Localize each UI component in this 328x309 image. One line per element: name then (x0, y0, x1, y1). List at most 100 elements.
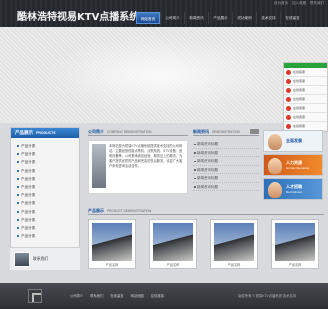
product-category-label: 产品分类 (21, 234, 36, 239)
nav-item-cases[interactable]: 成功案例 (232, 12, 256, 24)
nav-item-about[interactable]: 公司简介 (160, 12, 184, 24)
product-category-item[interactable]: 产品分类 (17, 167, 79, 175)
footer-logo-icon (28, 289, 42, 303)
top-link-favorite[interactable]: 加入收藏 (292, 1, 306, 6)
nav-item-products[interactable]: 产品展示 (208, 12, 232, 24)
nav-item-news[interactable]: 新闻资讯 (184, 12, 208, 24)
bullet-icon (17, 235, 19, 238)
product-category-item[interactable]: 产品分类 (17, 232, 79, 240)
float-item[interactable]: 在线客服 (284, 86, 327, 95)
bullet-icon (17, 153, 19, 156)
person-icon (268, 134, 282, 150)
products-title-en: PRODUCTS (36, 131, 56, 135)
footer: 公司简介 联系我们 在线留言 网站地图 友情链接 版权所有 © 视易KTV点播系… (0, 283, 328, 309)
product-category-list: 产品分类 产品分类 产品分类 产品分类 产品分类 产品分类 产品分类 产品分类 … (11, 138, 79, 240)
float-item[interactable]: 在线客服 (284, 104, 327, 113)
ad-human-resource[interactable]: 人力资源 Human Resource (263, 154, 323, 176)
footer-link[interactable]: 友情链接 (151, 293, 164, 298)
news-item[interactable]: 新闻资讯标题 (193, 149, 259, 157)
product-category-item[interactable]: 产品分类 (17, 183, 79, 191)
ad-recruitment[interactable]: 人才招聘 Recruitment (263, 178, 323, 200)
product-category-label: 产品分类 (21, 184, 36, 189)
float-item[interactable]: 在线客服 (284, 113, 327, 122)
showcase-card[interactable]: 产品名称 (271, 219, 319, 269)
ad-development[interactable]: 全面发展 (263, 130, 323, 152)
news-list-box: 新闻资讯标题 新闻资讯标题 新闻资讯标题 新闻资讯标题 新闻资讯标题 新闻资讯标… (193, 140, 259, 198)
bullet-icon (17, 218, 19, 221)
ad-text: 人力资源 Human Resource (286, 160, 309, 170)
product-category-label: 产品分类 (21, 144, 36, 148)
float-item[interactable]: 在线客服 (284, 68, 327, 77)
product-category-item[interactable]: 产品分类 (17, 158, 79, 166)
news-title-en: DEMONSTRATION (212, 129, 240, 134)
company-image (92, 144, 106, 188)
showcase-card[interactable]: 产品名称 (88, 219, 136, 269)
showcase-header: 产品展示 PRODUCT DEMONSTRATION (88, 207, 324, 215)
chat-icon (286, 114, 291, 120)
product-category-item[interactable]: 产品分类 (17, 175, 79, 183)
bullet-icon (17, 186, 19, 189)
product-category-item[interactable]: 产品分类 (17, 150, 79, 158)
float-item-label: 在线客服 (293, 124, 306, 128)
news-header: 新闻资讯 DEMONSTRATION (193, 128, 259, 136)
footer-link[interactable]: 网站地图 (131, 293, 144, 298)
banner-glow (40, 35, 280, 115)
product-category-item[interactable]: 产品分类 (17, 216, 79, 224)
bullet-icon (17, 177, 19, 180)
product-category-item[interactable]: 产品分类 (17, 224, 79, 232)
person-icon (268, 158, 282, 174)
showcase-caption: 产品名称 (227, 263, 241, 267)
showcase-caption: 产品名称 (105, 263, 119, 267)
news-item[interactable]: 新闻资讯标题 (193, 157, 259, 166)
news-item[interactable]: 新闻资讯标题 (193, 166, 259, 174)
news-item[interactable]: 新闻资讯标题 (193, 183, 259, 191)
product-category-item[interactable]: 产品分类 (17, 142, 79, 150)
footer-link[interactable]: 公司简介 (70, 293, 83, 298)
top-link-contact[interactable]: 联系我们 (310, 1, 324, 6)
showcase-image (153, 223, 193, 261)
news-item[interactable]: 新闻资讯标题 (193, 174, 259, 183)
showcase-title-en: PRODUCT DEMONSTRATION (107, 208, 152, 213)
float-item[interactable]: 在线客服 (284, 77, 327, 86)
chat-icon (286, 78, 291, 84)
bullet-icon (17, 169, 19, 172)
more-button-icon[interactable] (250, 129, 259, 134)
page: 酷林浩特视易KTV点播系统 设为首页 加入收藏 联系我们 网站首页 公司简介 新… (0, 0, 328, 309)
site-logo[interactable]: 酷林浩特视易KTV点播系统 (17, 8, 139, 23)
nav-item-home[interactable]: 网站首页 (136, 12, 160, 24)
bullet-icon (17, 226, 19, 229)
showcase-image (92, 223, 132, 261)
ad-subtitle: Recruitment (286, 190, 303, 194)
footer-copyright: 版权所有 © 视易KTV点播系统 技术支持 (238, 294, 296, 298)
product-category-label: 产品分类 (21, 193, 36, 198)
floating-service-panel: 在线客服 在线客服 在线客服 在线客服 在线客服 在线客服 在线客服 (283, 62, 328, 132)
footer-link[interactable]: 联系我们 (90, 293, 103, 298)
company-header: 公司简介 COMPANY DEMONSTRATION (88, 128, 188, 136)
showcase-title: 产品展示 (88, 207, 104, 213)
news-item[interactable]: 新闻资讯标题 (193, 140, 259, 149)
bullet-icon (17, 194, 19, 197)
product-category-item[interactable]: 产品分类 (17, 191, 79, 199)
float-item-label: 在线客服 (293, 115, 306, 119)
product-category-item[interactable]: 产品分类 (17, 199, 79, 207)
footer-link[interactable]: 在线留言 (110, 293, 123, 298)
ad-title: 人力资源 (286, 160, 302, 165)
product-category-item[interactable]: 产品分类 (17, 208, 79, 216)
showcase-card[interactable]: 产品名称 (210, 219, 258, 269)
product-category-label: 产品分类 (21, 217, 36, 222)
float-item[interactable]: 在线客服 (284, 95, 327, 104)
products-header: 产品展示 PRODUCTS (11, 128, 79, 138)
nav-item-message[interactable]: 在线留言 (280, 12, 304, 24)
ad-subtitle: Human Resource (286, 166, 310, 170)
ad-title: 人才招聘 (286, 184, 302, 189)
top-link-home[interactable]: 设为首页 (274, 1, 288, 6)
bullet-icon (17, 210, 19, 213)
contact-thumb-label: 联系我们 (33, 256, 49, 261)
showcase-card[interactable]: 产品名称 (149, 219, 197, 269)
product-showcase: 产品展示 PRODUCT DEMONSTRATION 产品名称 产品名称 产品名… (88, 207, 324, 272)
nav-item-support[interactable]: 技术支持 (256, 12, 280, 24)
chat-icon (286, 69, 291, 75)
float-item-label: 在线客服 (293, 88, 306, 92)
person-icon (268, 182, 282, 198)
contact-thumb[interactable]: 联系我们 (10, 247, 80, 270)
